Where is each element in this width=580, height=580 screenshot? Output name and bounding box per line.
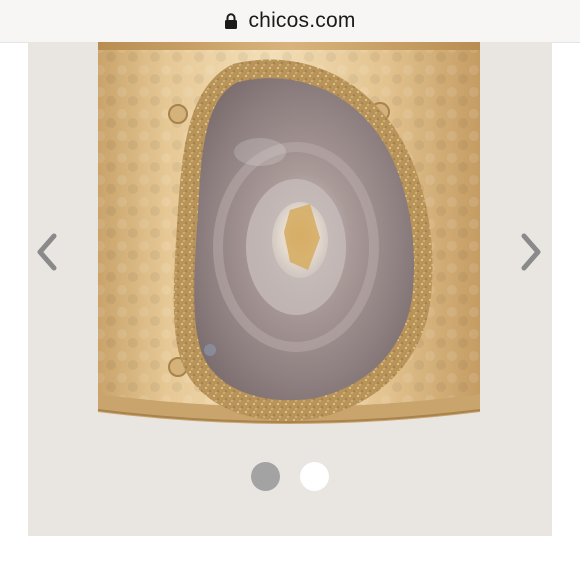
lock-icon: [225, 13, 238, 29]
address-bar-content: chicos.com: [224, 9, 355, 33]
carousel-pagination: [28, 462, 552, 491]
carousel-dot-1[interactable]: [251, 462, 280, 491]
browser-page: chicos.com: [0, 0, 580, 580]
url-text: chicos.com: [248, 9, 356, 32]
address-bar[interactable]: chicos.com: [0, 0, 580, 43]
carousel-dot-2[interactable]: [300, 462, 329, 491]
chevron-left-icon[interactable]: [32, 230, 62, 274]
product-image-carousel[interactable]: [28, 42, 552, 536]
chevron-right-icon[interactable]: [516, 230, 546, 274]
